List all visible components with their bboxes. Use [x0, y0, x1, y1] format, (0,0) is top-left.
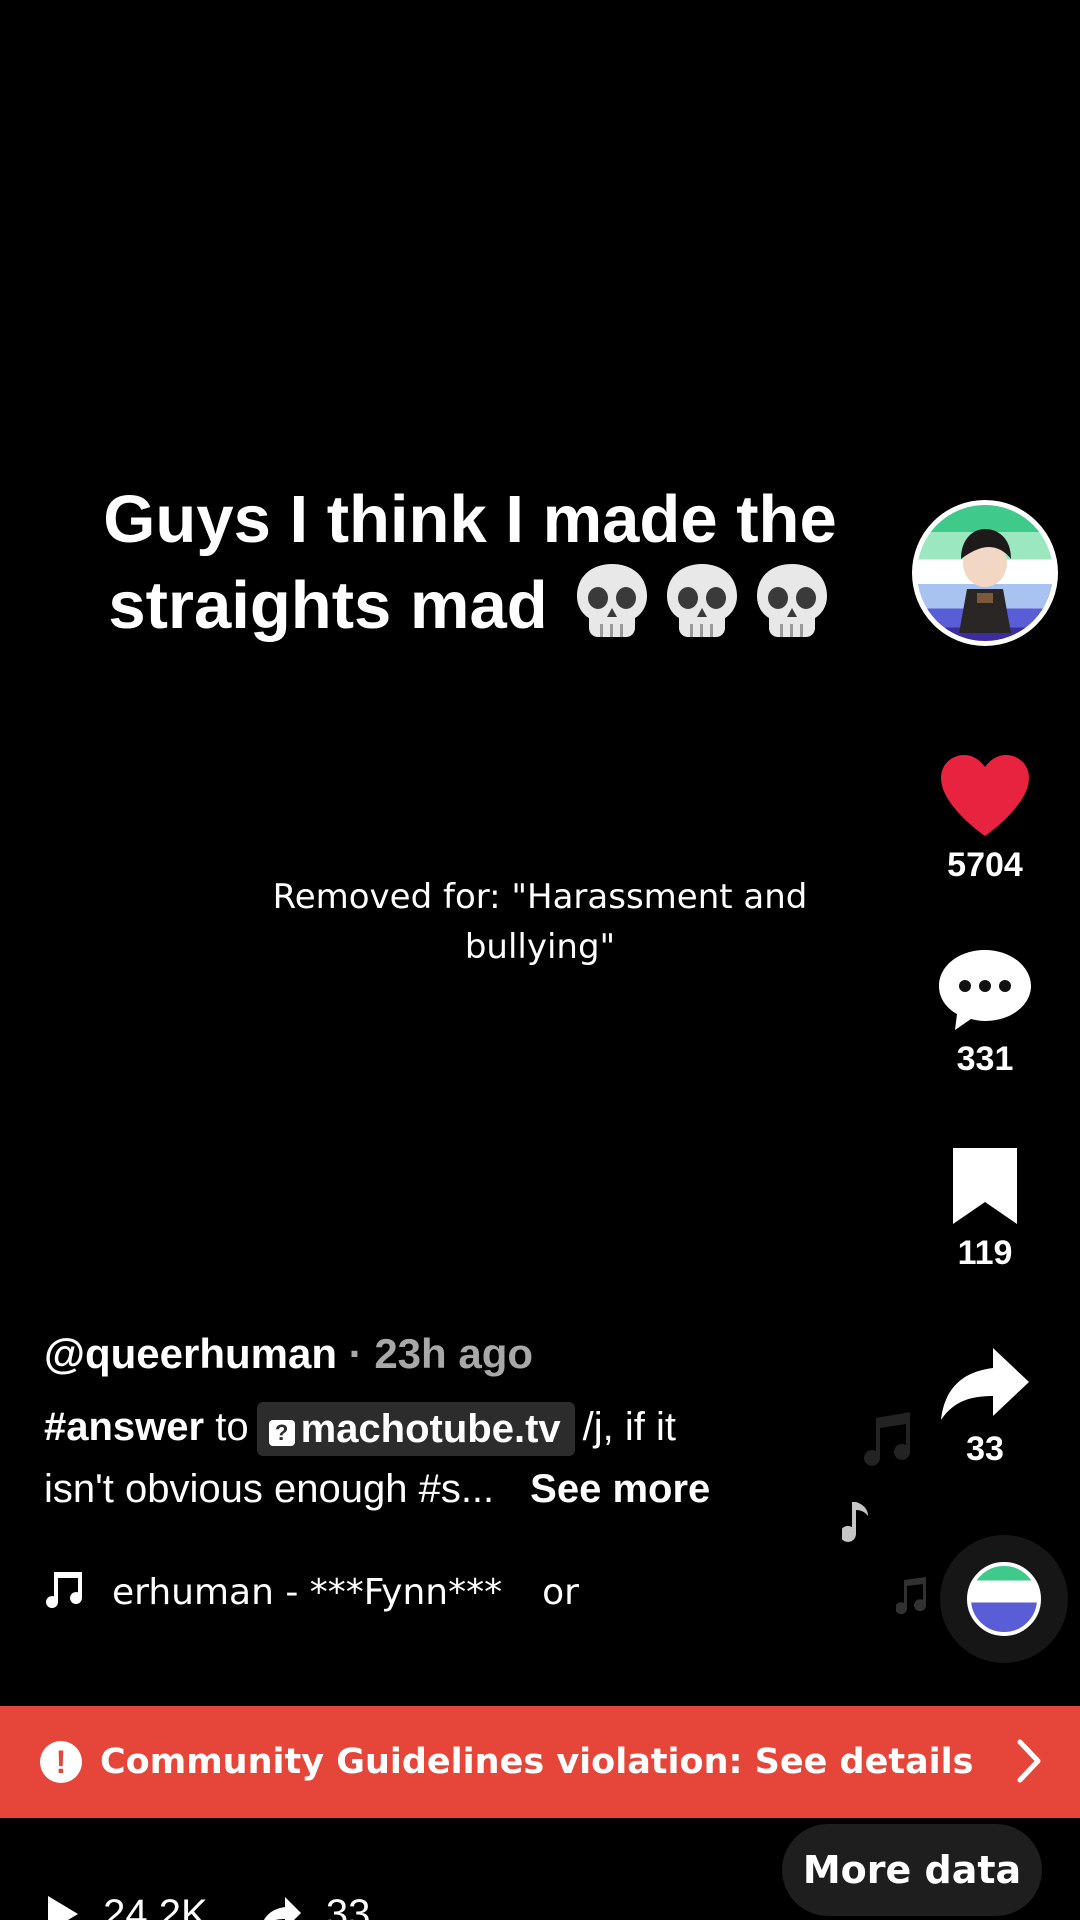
- caption-line-1: Guys I think I made the: [103, 482, 837, 557]
- comment-bubble-icon: [939, 950, 1031, 1030]
- comment-count: 331: [956, 1040, 1014, 1078]
- share-arrow-icon: [264, 1897, 301, 1920]
- removed-reason-note: Removed for: "Harassment and bullying": [272, 877, 808, 967]
- post-description: #answer to? machotube.tv/j, if it isn't o…: [44, 1396, 864, 1520]
- music-note-icon: [46, 1572, 83, 1608]
- creator-avatar[interactable]: [912, 500, 1058, 646]
- save-count: 119: [957, 1234, 1013, 1272]
- heart-icon: [941, 755, 1029, 836]
- share-button[interactable]: 33: [890, 1346, 1080, 1469]
- skull-emoji-icon: [666, 564, 737, 637]
- desc-after-chip: /j, if it: [582, 1405, 676, 1449]
- skull-emoji-icon: [756, 564, 827, 637]
- like-count: 5704: [947, 846, 1023, 884]
- community-guidelines-banner[interactable]: ! Community Guidelines violation: See de…: [0, 1706, 1080, 1818]
- play-count: 24.2K: [103, 1891, 208, 1920]
- more-data-button[interactable]: More data: [782, 1824, 1042, 1916]
- violation-text: Community Guidelines violation: See deta…: [100, 1742, 974, 1782]
- author-username[interactable]: @queerhuman: [44, 1330, 337, 1377]
- music-info[interactable]: erhuman - ***Fynn*** or: [44, 1568, 579, 1613]
- desc-to-word: to: [215, 1405, 249, 1449]
- stats-row: 24.2K 33: [44, 1890, 370, 1920]
- share-stat-count: 33: [325, 1891, 371, 1920]
- save-button[interactable]: 119: [890, 1144, 1080, 1273]
- caption-line-2: straights mad: [40, 562, 900, 648]
- avatar-character-icon: [959, 529, 1011, 633]
- bookmark-icon: [953, 1148, 1017, 1224]
- caption-line-2-text: straights mad: [108, 568, 548, 643]
- alert-icon: !: [40, 1741, 82, 1783]
- post-time: · 23h ago: [348, 1330, 534, 1377]
- see-more-button[interactable]: See more: [530, 1467, 710, 1511]
- skull-emoji-icon: [576, 564, 647, 637]
- comment-button[interactable]: 331: [890, 946, 1080, 1079]
- floating-music-note-icon: [896, 1577, 927, 1615]
- music-title: erhuman - ***Fynn***: [112, 1572, 503, 1613]
- share-arrow-icon: [941, 1348, 1029, 1420]
- question-icon: ?: [268, 1420, 295, 1447]
- question-link-chip[interactable]: ? machotube.tv: [256, 1402, 575, 1457]
- video-caption-overlay: Guys I think I made the straights mad: [40, 478, 900, 648]
- share-count: 33: [966, 1430, 1004, 1468]
- post-meta: @queerhuman · 23h ago #answer to? machotu…: [44, 1330, 864, 1520]
- hashtag-answer[interactable]: #answer: [44, 1405, 204, 1449]
- chevron-right-icon: [1017, 1739, 1041, 1783]
- author-line: @queerhuman · 23h ago: [44, 1330, 864, 1378]
- floating-music-note-icon: [864, 1412, 910, 1466]
- action-rail: 5704 331 119 33: [890, 0, 1080, 1920]
- play-icon: [48, 1896, 78, 1920]
- link-chip-label: machotube.tv: [300, 1407, 561, 1452]
- music-title-continued: or: [542, 1572, 579, 1613]
- music-disc[interactable]: [940, 1535, 1068, 1663]
- like-button[interactable]: 5704: [890, 752, 1080, 885]
- music-disc-avatar: [967, 1562, 1041, 1636]
- desc-line-2: isn't obvious enough #s...: [44, 1467, 495, 1511]
